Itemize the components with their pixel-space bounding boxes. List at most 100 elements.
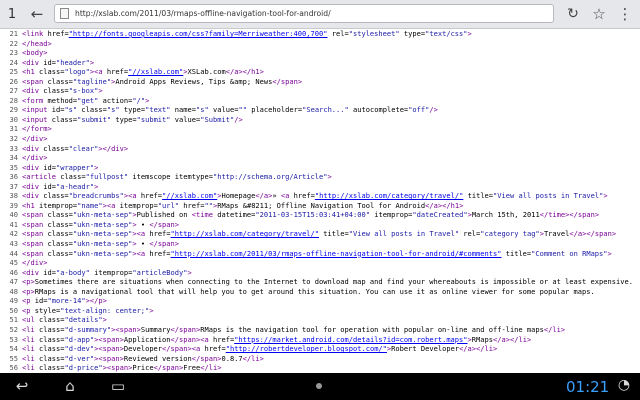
code-token: "/" xyxy=(132,95,146,105)
code-token: ><span> xyxy=(94,344,124,354)
line-code: <div id="a-headr"> xyxy=(22,182,640,192)
code-token: rel= xyxy=(459,229,481,239)
source-line: 34 </div> xyxy=(0,153,640,163)
source-link[interactable]: "http://xslab.com/category/travel/" xyxy=(171,229,320,238)
tab-switcher-button[interactable]: 1 xyxy=(0,4,24,24)
code-token: <div xyxy=(22,181,44,191)
code-token: title= xyxy=(463,191,494,201)
source-link[interactable]: "https://market.android.com/details?id=c… xyxy=(234,335,467,344)
code-token: "breadcrumbs" xyxy=(68,191,124,201)
line-number: 52 xyxy=(9,324,19,334)
code-token: placeholder= xyxy=(246,105,303,115)
code-token: <span xyxy=(22,229,48,239)
line-number: 44 xyxy=(9,248,19,258)
code-token: href= xyxy=(47,29,69,38)
code-token: class= xyxy=(38,363,65,373)
code-token: itemprop= xyxy=(369,210,413,220)
code-token: ><a xyxy=(102,200,120,210)
code-token: "d-ver" xyxy=(64,353,95,363)
code-token: </div> xyxy=(22,258,48,268)
bookmark-star-icon[interactable]: ☆ xyxy=(588,4,610,24)
code-token: <span xyxy=(22,248,48,258)
code-token: </a></h1> xyxy=(225,67,264,77)
code-token: class= xyxy=(38,67,65,77)
line-code: <article class="fullpost" itemscope item… xyxy=(22,172,640,182)
code-token: ><a xyxy=(132,229,150,239)
source-line: 36 <article class="fullpost" itemscope it… xyxy=(0,172,640,182)
line-code: <div class="s-box"> xyxy=(22,86,640,96)
code-token: "more-14" xyxy=(47,296,86,306)
code-token: "View all posts in Travel" xyxy=(493,191,604,201)
source-link[interactable]: "http://fonts.googleapis.com/css?family=… xyxy=(69,29,328,38)
code-token: "a-body" xyxy=(55,267,90,277)
source-line: 31 </form> xyxy=(0,124,640,134)
line-code: <span class="ukn-meta-sep"><a href="http… xyxy=(22,229,640,239)
code-token: Homepage xyxy=(221,191,256,201)
code-token: name= xyxy=(170,105,197,115)
code-token: <span xyxy=(22,76,48,86)
source-link[interactable]: "//xslab.com" xyxy=(128,67,183,76)
recent-apps-icon[interactable]: ▭ xyxy=(104,376,132,396)
wifi-icon: ◔ xyxy=(617,377,631,393)
line-code: <input class="submit" type="submit" valu… xyxy=(22,115,640,125)
code-token: itemprop= xyxy=(38,200,78,210)
code-token: </span><a xyxy=(162,344,205,354)
code-token: href= xyxy=(179,200,205,210)
code-token: "submit" xyxy=(136,114,171,124)
line-number: 48 xyxy=(9,286,19,296)
reload-icon[interactable]: ↻ xyxy=(562,4,584,24)
url-text[interactable]: http://xslab.com/2011/03/rmaps-offline-n… xyxy=(75,5,549,22)
code-token: > xyxy=(467,29,472,38)
code-token: href= xyxy=(149,248,171,258)
code-token: "a-headr" xyxy=(55,181,95,191)
code-token: Android Apps Reviews, Tips &amp; News xyxy=(115,76,273,86)
code-token: Summary xyxy=(140,324,171,334)
code-token: href= xyxy=(204,344,226,354)
code-token: id= xyxy=(34,296,48,306)
line-code: <span class="tagline">Android Apps Revie… xyxy=(22,77,640,87)
code-token: <li xyxy=(22,353,39,363)
line-code: <li class="d-price"><span>Price</span>Fr… xyxy=(22,363,640,373)
code-token: id= xyxy=(43,162,56,172)
code-token: • xyxy=(136,219,150,229)
source-line: 55 <li class="d-ver"><span>Reviewed versi… xyxy=(0,354,640,364)
address-bar[interactable]: http://xslab.com/2011/03/rmaps-offline-n… xyxy=(54,4,554,23)
code-token: </span> xyxy=(272,76,303,86)
source-line: 21 <link href="http://fonts.googleapis.co… xyxy=(0,29,640,39)
source-link[interactable]: "//xslab.com" xyxy=(162,191,217,200)
code-token: style= xyxy=(34,305,61,315)
source-line: 52 <li class="d-summary"><span>Summary</s… xyxy=(0,325,640,335)
code-token: itemprop= xyxy=(89,267,133,277)
code-token: href= xyxy=(149,229,171,239)
page-source-view[interactable]: 21 <link href="http://fonts.googleapis.co… xyxy=(0,29,640,373)
back-arrow-icon[interactable]: ← xyxy=(26,4,48,24)
source-line: 25 <h1 class="logo"><a href="//xslab.com"… xyxy=(0,67,640,77)
code-token: class= xyxy=(47,239,73,249)
code-token: RMaps is a navigational tool that will h… xyxy=(34,286,595,296)
menu-icon[interactable]: ⋮ xyxy=(614,4,636,24)
code-token: <div xyxy=(22,86,44,96)
line-code: <link href="http://fonts.googleapis.com/… xyxy=(22,29,640,39)
line-number: 49 xyxy=(9,296,19,306)
code-token: <div xyxy=(22,143,44,153)
system-back-icon[interactable]: ↩ xyxy=(8,376,36,396)
code-token: "http://schema.org/Article" xyxy=(212,172,328,182)
line-code: <div id="a-body" itemprop="articleBody"> xyxy=(22,268,640,278)
line-number: 37 xyxy=(9,181,19,191)
line-number: 33 xyxy=(9,143,19,153)
code-token: March 15th, 2011 xyxy=(471,210,540,220)
code-token: </li> xyxy=(543,324,566,334)
line-code: <div class="breadcrumbs"><a href="//xsla… xyxy=(22,191,640,201)
source-link[interactable]: "http://xslab.com/2011/03/rmaps-offline-… xyxy=(171,249,502,258)
source-link[interactable]: "http://robertdeveloper.blogspot.com/" xyxy=(226,344,387,353)
code-token: <input xyxy=(22,114,52,124)
code-token: Robert Developer xyxy=(391,344,460,354)
code-token: Published on xyxy=(136,210,192,220)
system-home-icon[interactable]: ⌂ xyxy=(56,376,84,396)
line-number: 35 xyxy=(9,162,19,172)
code-token: <p> xyxy=(22,277,35,287)
source-link[interactable]: "http://xslab.com/category/travel/" xyxy=(315,191,464,200)
code-token: Sometimes there are situations when conn… xyxy=(34,277,633,287)
code-token: <span xyxy=(22,239,48,249)
source-line: 27 <div class="s-box"> xyxy=(0,86,640,96)
